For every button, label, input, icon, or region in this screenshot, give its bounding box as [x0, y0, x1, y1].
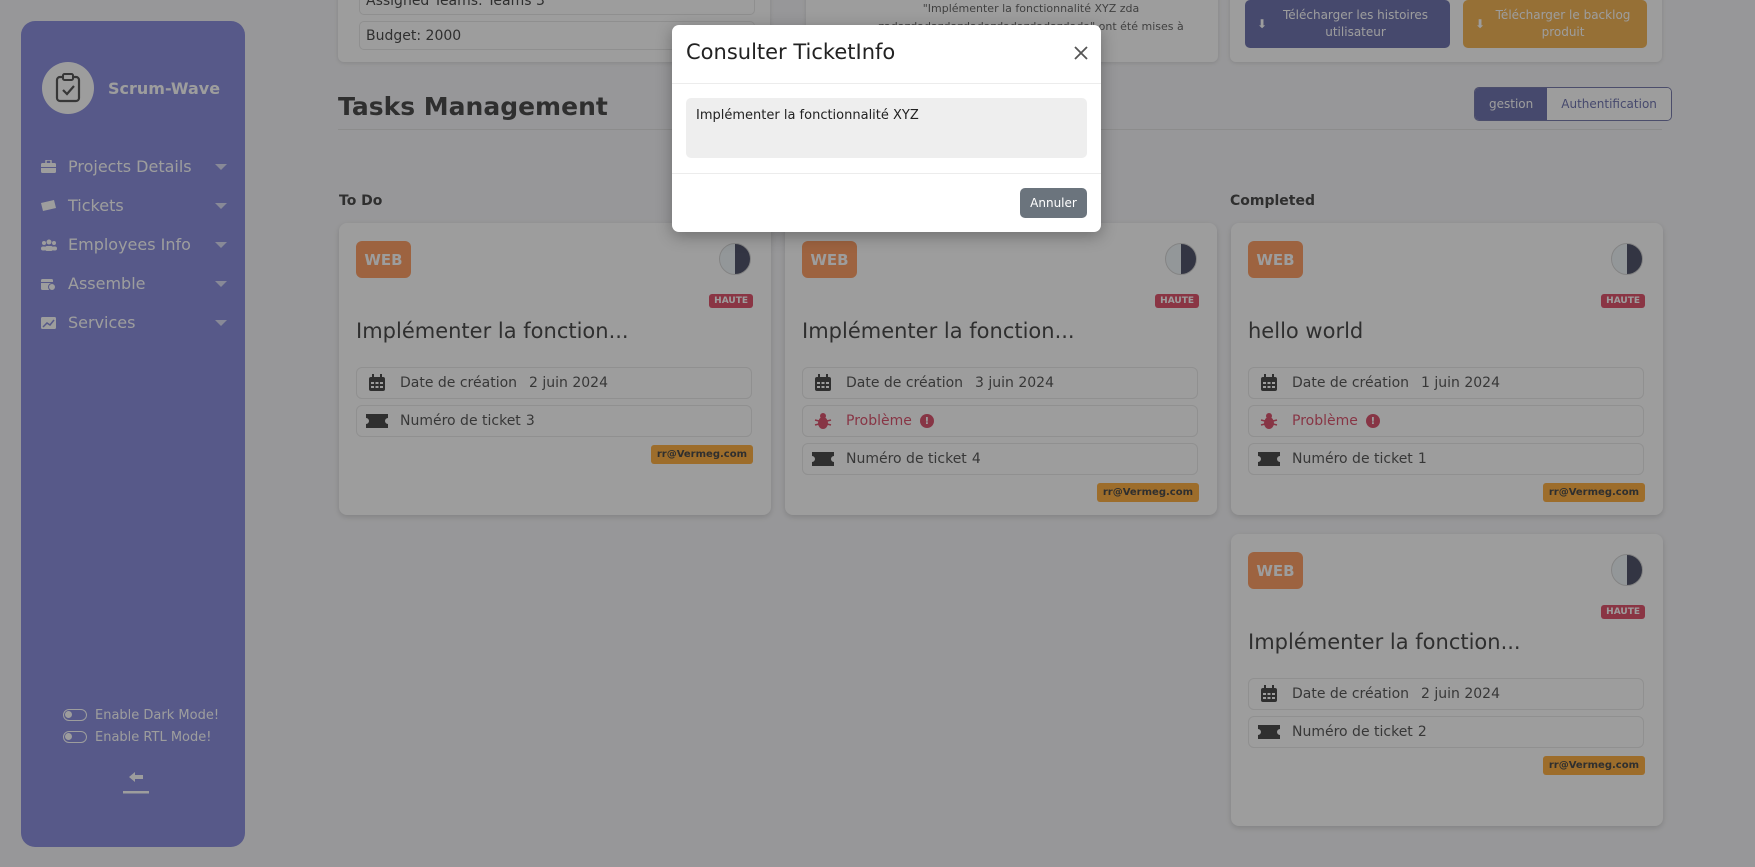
- modal-footer-divider: [672, 173, 1101, 174]
- ticket-info-textarea[interactable]: Implémenter la fonctionnalité XYZ: [686, 98, 1087, 158]
- modal-title: Consulter TicketInfo: [686, 40, 896, 64]
- ticket-info-modal: Consulter TicketInfo Implémenter la fonc…: [672, 25, 1101, 232]
- modal-header: Consulter TicketInfo: [672, 25, 1101, 84]
- close-icon[interactable]: [1073, 45, 1089, 61]
- cancel-button[interactable]: Annuler: [1020, 188, 1087, 218]
